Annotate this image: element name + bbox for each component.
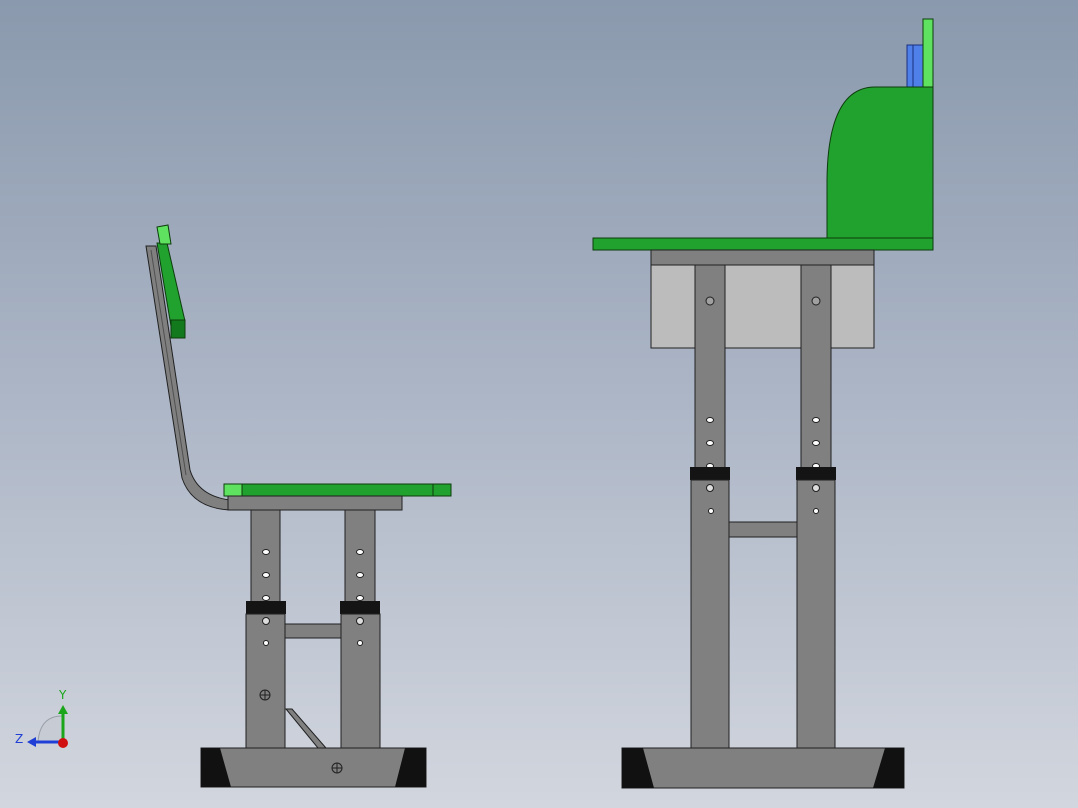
triad-origin [58,738,68,748]
height-collar-rear [246,601,286,614]
leg-cross-bar-front [728,521,798,538]
seat-pan [223,483,452,497]
triad-z-arrow [27,737,36,747]
reference-triad[interactable] [27,705,68,748]
cad-viewport[interactable]: Y Z [0,0,1078,808]
upper-leg-left [694,264,726,469]
upper-leg-rear [250,509,281,603]
backrest-top-edge-front [922,18,934,88]
lower-leg-right [796,479,836,749]
triad-arc [37,715,63,743]
leg-cross-bar [284,623,342,639]
model-scene[interactable] [0,0,1078,808]
back-support-frame [145,245,231,511]
lower-leg-left [690,479,730,749]
chair-side-view[interactable] [145,224,452,788]
seat-bracket-box [650,264,875,349]
seat-pan-rear-lip [223,483,243,497]
backrest-bottom-edge [170,319,186,339]
backrest-panel-front [826,86,934,241]
seat-pan-front-lip [432,483,452,497]
seat-pan-front-view [592,237,934,251]
backrest-top-edge [156,224,172,245]
height-collar-front [340,601,380,614]
lower-leg-front [340,613,381,749]
triad-y-label: Y [59,688,67,702]
blue-accent-piece [906,44,924,89]
diagonal-brace [284,708,328,749]
triad-y-arrow [58,705,68,714]
height-collar-left [690,467,730,480]
chair-front-view[interactable] [592,18,934,789]
base-bar [200,747,427,788]
height-collar-right [796,467,836,480]
triad-z-label: Z [15,732,24,746]
seat-support-bar [227,495,403,511]
upper-leg-front [344,509,376,603]
base-bar-front [621,747,905,789]
base-bolt [331,762,343,774]
upper-leg-right [800,264,832,469]
seat-support-bar-front [650,249,875,266]
lower-leg-rear [245,613,286,749]
